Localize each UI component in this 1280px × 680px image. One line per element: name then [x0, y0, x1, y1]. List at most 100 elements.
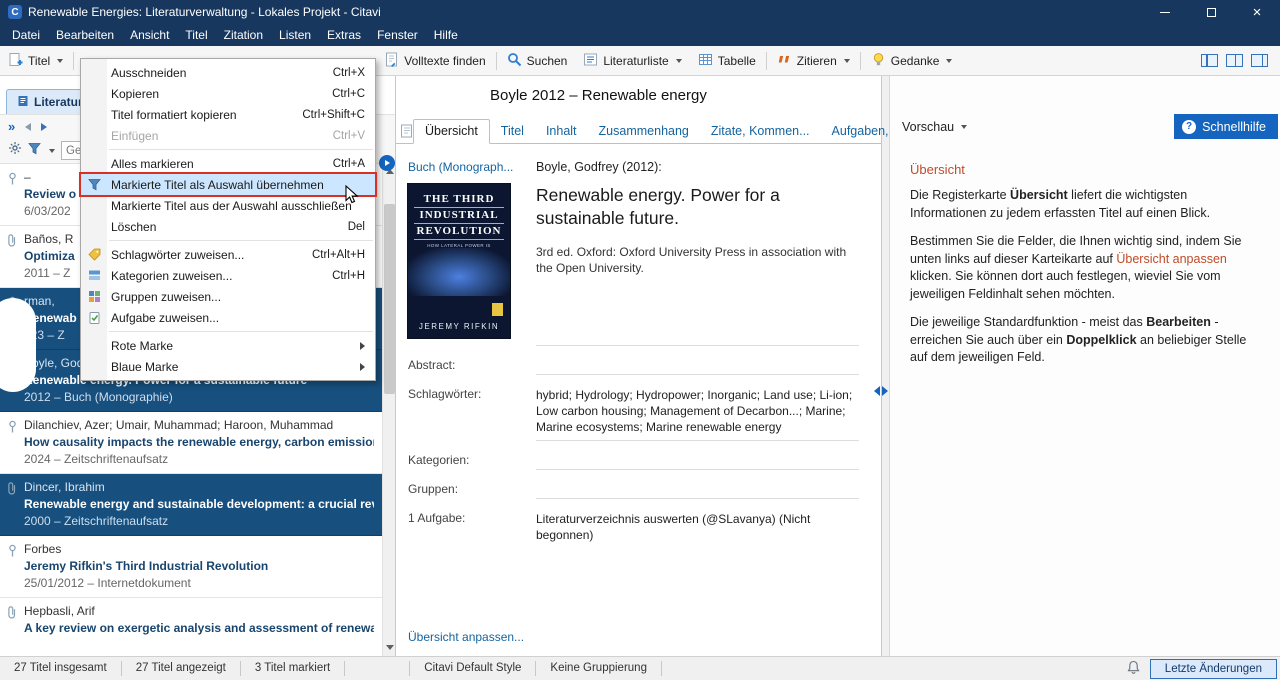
field-value[interactable]: hybrid; Hydrology; Hydropower; Inorganic… — [536, 387, 859, 441]
schnellhilfe-button[interactable]: ? Schnellhilfe — [1174, 114, 1278, 139]
context-menu-item[interactable]: LöschenDel — [81, 216, 375, 237]
list-scrollbar[interactable] — [382, 164, 395, 656]
book-cover-title-line: THE THIRD — [414, 192, 504, 208]
detail-tabs-container: ÜbersichtTitelInhaltZusammenhangZitate, … — [413, 119, 927, 143]
context-menu-item[interactable]: Blaue Marke — [81, 356, 375, 377]
letzte-aenderungen-button[interactable]: Letzte Änderungen — [1150, 659, 1277, 679]
context-menu-item[interactable]: Aufgabe zuweisen... — [81, 307, 375, 328]
chevron-down-icon[interactable] — [49, 149, 55, 153]
reference-list-item[interactable]: ForbesJeremy Rifkin's Third Industrial R… — [0, 536, 382, 598]
suchen-label: Suchen — [527, 54, 568, 68]
help-paragraph: Die Registerkarte Übersicht liefert die … — [910, 187, 1262, 222]
minimize-button[interactable] — [1142, 0, 1188, 24]
context-menu-item[interactable]: Gruppen zuweisen... — [81, 286, 375, 307]
layout-split-icon[interactable] — [1226, 54, 1243, 67]
tab-inhalt[interactable]: Inhalt — [535, 120, 588, 143]
tab-zusammenhang[interactable]: Zusammenhang — [588, 120, 700, 143]
go-to-selected-title-button[interactable] — [379, 155, 395, 171]
help-link[interactable]: Übersicht anpassen — [1116, 252, 1226, 266]
zitieren-button[interactable]: Zitieren — [769, 48, 858, 74]
status-bar: 27 Titel insgesamt27 Titel angezeigt3 Ti… — [0, 656, 1280, 680]
gear-icon[interactable] — [8, 141, 22, 160]
reference-year: 2000 – Zeitschriftenaufsatz — [24, 514, 374, 528]
menu-item-bearbeiten[interactable]: Bearbeiten — [48, 25, 122, 45]
status-item[interactable]: Keine Gruppierung — [536, 661, 662, 676]
status-item[interactable]: 27 Titel angezeigt — [122, 661, 241, 676]
status-item[interactable]: Citavi Default Style — [409, 661, 536, 676]
field-value[interactable] — [536, 482, 859, 499]
menu-item-fenster[interactable]: Fenster — [369, 25, 426, 45]
context-menu-item[interactable]: Kategorien zuweisen...Ctrl+H — [81, 265, 375, 286]
reference-author: Forbes — [24, 542, 374, 556]
reference-list-item[interactable]: Dincer, IbrahimRenewable energy and sust… — [0, 474, 382, 536]
context-menu-item[interactable]: Schlagwörter zuweisen...Ctrl+Alt+H — [81, 244, 375, 265]
reference-list-item[interactable]: Dilanchiev, Azer; Umair, Muhammad; Haroo… — [0, 412, 382, 474]
table-icon — [698, 52, 713, 70]
uebersicht-anpassen-link[interactable]: Übersicht anpassen... — [408, 630, 524, 644]
gedanke-label: Gedanke — [891, 54, 940, 68]
context-menu-item[interactable]: KopierenCtrl+C — [81, 83, 375, 104]
zitieren-label: Zitieren — [797, 54, 837, 68]
back-arrow-icon[interactable] — [25, 123, 31, 131]
menu-item-hilfe[interactable]: Hilfe — [426, 25, 466, 45]
submenu-arrow-icon — [360, 363, 375, 371]
field-value[interactable] — [536, 453, 859, 470]
record-page-icon[interactable] — [400, 119, 413, 143]
field-value[interactable]: Literaturverzeichnis auswerten (@SLavany… — [536, 511, 859, 543]
context-menu-item[interactable]: Rote Marke — [81, 335, 375, 356]
menu-item-label: Einfügen — [107, 129, 158, 143]
vorschau-dropdown[interactable]: Vorschau — [902, 120, 967, 134]
titel-button-label: Titel — [28, 54, 50, 68]
collapse-chevrons-icon[interactable]: » — [8, 119, 15, 134]
reference-main-row: Buch (Monograph... THE THIRDINDUSTRIALRE… — [408, 160, 859, 346]
help-paragraph: Bestimmen Sie die Felder, die Ihnen wich… — [910, 233, 1262, 303]
tab-übersicht[interactable]: Übersicht — [413, 119, 490, 144]
tab-zitate-kommen-[interactable]: Zitate, Kommen... — [700, 120, 821, 143]
bell-icon[interactable] — [1127, 660, 1140, 678]
context-menu-item[interactable]: Titel formatiert kopierenCtrl+Shift+C — [81, 104, 375, 125]
search-icon — [507, 52, 522, 70]
suchen-button[interactable]: Suchen — [499, 48, 576, 74]
layout-right-pane-icon[interactable] — [1251, 54, 1268, 67]
context-menu-item[interactable]: Alles markierenCtrl+A — [81, 153, 375, 174]
tab-titel[interactable]: Titel — [490, 120, 535, 143]
reference-field-row: 1 Aufgabe:Literaturverzeichnis auswerten… — [408, 511, 859, 543]
forward-arrow-icon[interactable] — [41, 123, 47, 131]
citation-block[interactable]: Boyle, Godfrey (2012): Renewable energy.… — [536, 160, 859, 346]
splitter-collapse-arrows[interactable] — [874, 386, 888, 396]
panel-splitter[interactable] — [882, 76, 890, 656]
minimize-icon — [1160, 12, 1170, 13]
maximize-button[interactable] — [1188, 0, 1234, 24]
menu-item-listen[interactable]: Listen — [271, 25, 319, 45]
menu-item-titel[interactable]: Titel — [177, 25, 215, 45]
context-menu-item[interactable]: AusschneidenCtrl+X — [81, 62, 375, 83]
field-label: 1 Aufgabe: — [408, 511, 536, 543]
citavi-window: C Renewable Energies: Literaturverwaltun… — [0, 0, 1280, 680]
layout-left-pane-icon[interactable] — [1201, 54, 1218, 67]
reference-title: A key review on exergetic analysis and a… — [24, 621, 374, 635]
status-item[interactable]: 27 Titel insgesamt — [0, 661, 122, 676]
scrollbar-thumb[interactable] — [384, 204, 395, 394]
menu-item-ansicht[interactable]: Ansicht — [122, 25, 177, 45]
status-item[interactable]: 3 Titel markiert — [241, 661, 345, 676]
menu-shortcut: Ctrl+V — [333, 130, 375, 142]
volltexte-finden-button[interactable]: Volltexte finden — [376, 48, 493, 74]
tabelle-button[interactable]: Tabelle — [690, 48, 764, 74]
scroll-down-icon[interactable] — [383, 640, 396, 654]
context-menu-item[interactable]: Markierte Titel aus der Auswahl ausschli… — [81, 195, 375, 216]
context-menu-item[interactable]: Markierte Titel als Auswahl übernehmen — [81, 174, 375, 195]
reference-list-item[interactable]: Hepbasli, ArifA key review on exergetic … — [0, 598, 382, 656]
menu-item-extras[interactable]: Extras — [319, 25, 369, 45]
pin-icon — [7, 172, 18, 190]
literaturliste-button[interactable]: Literaturliste — [575, 48, 689, 74]
menu-item-zitation[interactable]: Zitation — [216, 25, 271, 45]
filter-funnel-icon[interactable] — [28, 142, 41, 160]
titel-button[interactable]: Titel — [0, 48, 71, 74]
menu-item-datei[interactable]: Datei — [4, 25, 48, 45]
book-cover[interactable]: THE THIRDINDUSTRIALREVOLUTION HOW LATERA… — [408, 184, 510, 338]
gedanke-button[interactable]: Gedanke — [863, 48, 961, 74]
close-button[interactable]: × — [1234, 0, 1280, 24]
field-value[interactable] — [536, 358, 859, 375]
reference-type-link[interactable]: Buch (Monograph... — [408, 160, 513, 174]
window-title: Renewable Energies: Literaturverwaltung … — [28, 5, 381, 19]
